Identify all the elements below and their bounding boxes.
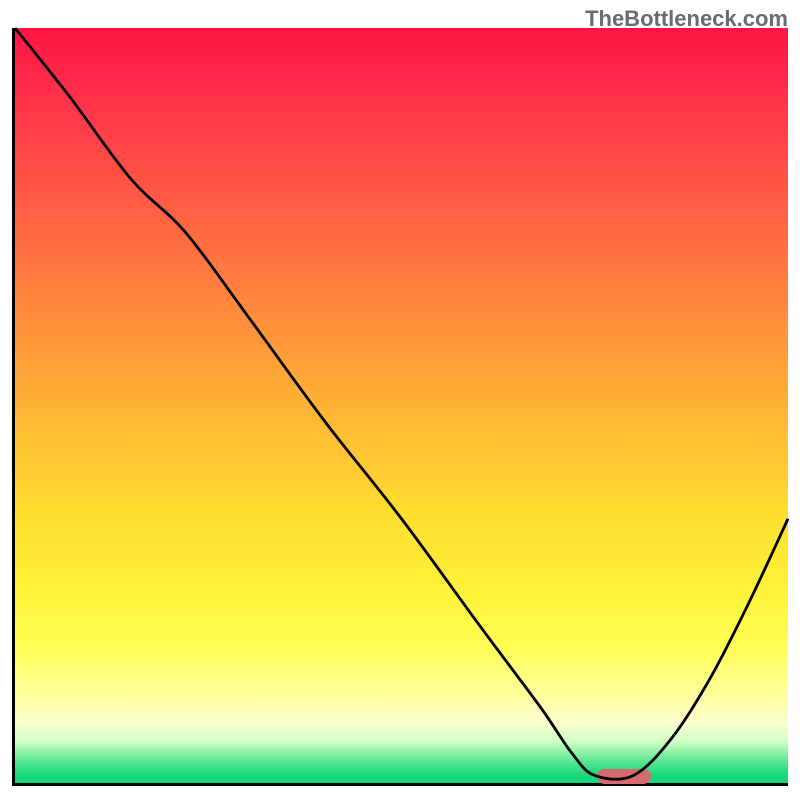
bottleneck-curve-path xyxy=(15,28,788,779)
watermark-text: TheBottleneck.com xyxy=(585,6,788,32)
chart-plot-area xyxy=(12,28,788,786)
chart-curve xyxy=(15,28,788,783)
